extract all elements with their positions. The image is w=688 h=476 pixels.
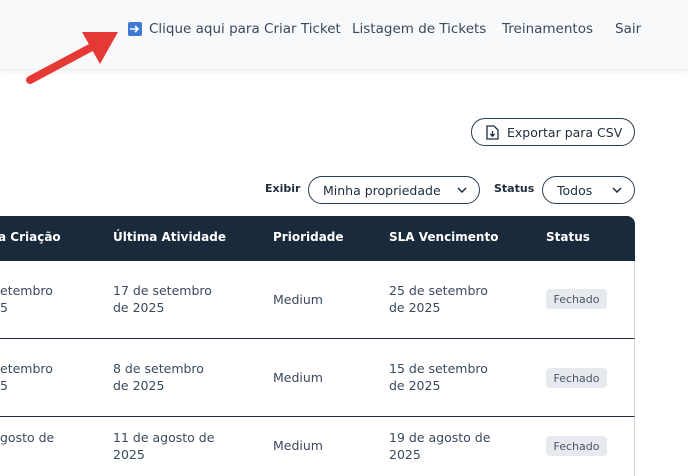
status-badge: Fechado <box>546 368 607 388</box>
cell-last-activity: 17 de setembro de 2025 <box>113 283 212 315</box>
export-csv-button[interactable]: Exportar para CSV <box>471 118 635 146</box>
chevron-down-icon <box>457 187 467 193</box>
cell-created: etembro 5 <box>0 283 53 315</box>
exibir-select[interactable]: Minha propriedade <box>308 176 480 204</box>
arrow-right-icon <box>128 22 142 36</box>
table-row[interactable]: gosto de 11 de agosto de 2025 Medium 19 d… <box>0 417 635 476</box>
cell-last-activity: 11 de agosto de 2025 <box>113 430 215 462</box>
status-badge: Fechado <box>546 436 607 456</box>
column-header-priority[interactable]: Prioridade <box>273 230 344 244</box>
chevron-down-icon <box>612 187 622 193</box>
create-ticket-label: Clique aqui para Criar Ticket <box>149 21 341 37</box>
cell-sla: 15 de setembro de 2025 <box>389 361 488 393</box>
column-header-last-activity[interactable]: Última Atividade <box>113 230 226 244</box>
column-header-created[interactable]: a Criação <box>0 230 61 244</box>
export-csv-label: Exportar para CSV <box>507 124 623 140</box>
exit-link[interactable]: Sair <box>615 20 641 38</box>
cell-created: etembro 5 <box>0 361 53 393</box>
column-header-sla[interactable]: SLA Vencimento <box>389 230 498 244</box>
trainings-link[interactable]: Treinamentos <box>502 20 593 38</box>
cell-sla: 25 de setembro de 2025 <box>389 283 488 315</box>
table-row[interactable]: etembro 5 8 de setembro de 2025 Medium 15 … <box>0 339 635 417</box>
status-badge: Fechado <box>546 289 607 309</box>
list-tickets-link[interactable]: Listagem de Tickets <box>352 20 486 38</box>
exibir-label: Exibir <box>265 182 301 195</box>
status-select[interactable]: Todos <box>542 176 635 204</box>
exibir-select-value: Minha propriedade <box>323 182 441 198</box>
table-row[interactable]: etembro 5 17 de setembro de 2025 Medium 25… <box>0 261 635 339</box>
status-filter-label: Status <box>494 182 535 195</box>
download-file-icon <box>486 124 499 140</box>
cell-priority: Medium <box>273 292 323 307</box>
create-ticket-link[interactable]: Clique aqui para Criar Ticket <box>128 20 341 38</box>
column-header-status[interactable]: Status <box>546 230 590 244</box>
cell-last-activity: 8 de setembro de 2025 <box>113 361 204 393</box>
cell-priority: Medium <box>273 370 323 385</box>
cell-created: gosto de <box>0 430 55 445</box>
status-select-value: Todos <box>557 182 593 198</box>
cell-priority: Medium <box>273 438 323 453</box>
annotation-arrow-icon <box>26 32 118 84</box>
table-header: a Criação Última Atividade Prioridade SL… <box>0 216 635 261</box>
cell-sla: 19 de agosto de 2025 <box>389 430 491 462</box>
